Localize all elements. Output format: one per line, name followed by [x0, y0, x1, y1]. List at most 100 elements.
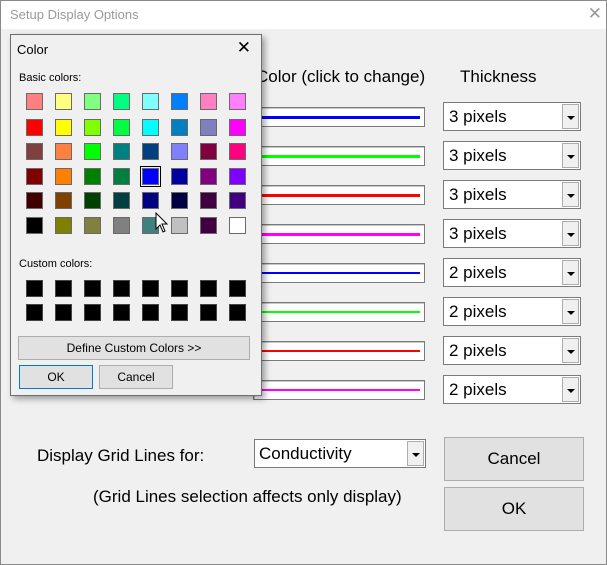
- thickness-select[interactable]: 3 pixels: [443, 141, 581, 170]
- custom-color-swatch[interactable]: [84, 280, 101, 297]
- thickness-select[interactable]: 3 pixels: [443, 102, 581, 131]
- custom-color-swatch[interactable]: [55, 280, 72, 297]
- basic-color-swatch[interactable]: [200, 168, 217, 185]
- basic-color-swatch[interactable]: [113, 217, 130, 234]
- line-color-box[interactable]: [253, 107, 425, 127]
- basic-color-swatch[interactable]: [142, 192, 159, 209]
- basic-color-swatch[interactable]: [142, 143, 159, 160]
- basic-color-swatch[interactable]: [171, 119, 188, 136]
- close-icon[interactable]: ✕: [588, 4, 602, 24]
- basic-color-swatch[interactable]: [113, 168, 130, 185]
- basic-color-swatch[interactable]: [200, 143, 217, 160]
- basic-color-swatch[interactable]: [26, 93, 43, 110]
- thickness-value: 2 pixels: [449, 341, 507, 360]
- basic-color-swatch[interactable]: [55, 93, 72, 110]
- ok-button[interactable]: OK: [444, 487, 584, 531]
- custom-color-swatch[interactable]: [113, 280, 130, 297]
- close-icon[interactable]: ✕: [237, 38, 251, 58]
- custom-color-swatch[interactable]: [26, 304, 43, 321]
- line-color-box[interactable]: [253, 146, 425, 166]
- basic-color-swatch[interactable]: [200, 93, 217, 110]
- basic-color-swatch[interactable]: [26, 168, 43, 185]
- basic-color-swatch[interactable]: [142, 93, 159, 110]
- line-color-box[interactable]: [253, 302, 425, 322]
- basic-color-swatch[interactable]: [113, 143, 130, 160]
- color-cancel-button[interactable]: Cancel: [99, 365, 173, 389]
- custom-color-swatch[interactable]: [55, 304, 72, 321]
- basic-color-swatch[interactable]: [171, 93, 188, 110]
- basic-color-swatch[interactable]: [140, 166, 161, 187]
- custom-color-swatch[interactable]: [229, 280, 246, 297]
- basic-color-swatch[interactable]: [55, 168, 72, 185]
- thickness-select[interactable]: 2 pixels: [443, 258, 581, 287]
- basic-color-swatch[interactable]: [84, 93, 101, 110]
- basic-color-swatch[interactable]: [26, 192, 43, 209]
- chevron-down-icon[interactable]: [562, 338, 579, 363]
- basic-color-swatch[interactable]: [84, 192, 101, 209]
- chevron-down-icon[interactable]: [562, 221, 579, 246]
- chevron-down-icon[interactable]: [407, 441, 424, 466]
- custom-color-swatch[interactable]: [113, 304, 130, 321]
- basic-color-swatch[interactable]: [113, 93, 130, 110]
- basic-color-swatch[interactable]: [113, 119, 130, 136]
- basic-color-swatch[interactable]: [171, 217, 188, 234]
- basic-color-swatch[interactable]: [84, 168, 101, 185]
- basic-color-swatch[interactable]: [55, 217, 72, 234]
- custom-color-swatch[interactable]: [142, 304, 159, 321]
- basic-color-swatch[interactable]: [55, 192, 72, 209]
- basic-color-swatch[interactable]: [200, 119, 217, 136]
- thickness-select[interactable]: 3 pixels: [443, 219, 581, 248]
- basic-color-swatch[interactable]: [171, 143, 188, 160]
- chevron-down-icon[interactable]: [562, 182, 579, 207]
- basic-color-swatch[interactable]: [113, 192, 130, 209]
- cancel-button[interactable]: Cancel: [444, 437, 584, 481]
- chevron-down-icon[interactable]: [562, 260, 579, 285]
- basic-color-swatch[interactable]: [171, 168, 188, 185]
- line-color-box[interactable]: [253, 380, 425, 400]
- basic-color-swatch[interactable]: [26, 119, 43, 136]
- custom-color-swatch[interactable]: [142, 280, 159, 297]
- color-ok-button[interactable]: OK: [19, 365, 93, 389]
- basic-color-swatch[interactable]: [26, 217, 43, 234]
- custom-color-swatch[interactable]: [84, 304, 101, 321]
- basic-color-swatch[interactable]: [200, 192, 217, 209]
- thickness-select[interactable]: 2 pixels: [443, 336, 581, 365]
- basic-color-swatch[interactable]: [229, 192, 246, 209]
- basic-color-swatch[interactable]: [84, 119, 101, 136]
- line-color-box[interactable]: [253, 185, 425, 205]
- basic-color-swatch[interactable]: [229, 119, 246, 136]
- basic-color-swatch[interactable]: [200, 217, 217, 234]
- thickness-select[interactable]: 3 pixels: [443, 180, 581, 209]
- thickness-select[interactable]: 2 pixels: [443, 297, 581, 326]
- line-color-box[interactable]: [253, 341, 425, 361]
- basic-color-swatch[interactable]: [55, 143, 72, 160]
- custom-color-swatch[interactable]: [200, 304, 217, 321]
- line-color-box[interactable]: [253, 263, 425, 283]
- custom-color-swatch[interactable]: [200, 280, 217, 297]
- custom-color-swatch[interactable]: [26, 280, 43, 297]
- line-color-sample: [258, 233, 420, 236]
- basic-color-swatch[interactable]: [142, 119, 159, 136]
- basic-color-swatch[interactable]: [84, 217, 101, 234]
- line-color-sample: [258, 350, 420, 352]
- grid-lines-select[interactable]: Conductivity: [254, 439, 426, 468]
- basic-color-swatch[interactable]: [229, 143, 246, 160]
- custom-color-swatch[interactable]: [229, 304, 246, 321]
- define-custom-colors-button[interactable]: Define Custom Colors >>: [18, 336, 250, 360]
- custom-color-swatch[interactable]: [171, 304, 188, 321]
- chevron-down-icon[interactable]: [562, 104, 579, 129]
- basic-color-swatch[interactable]: [171, 192, 188, 209]
- basic-color-swatch[interactable]: [84, 143, 101, 160]
- basic-color-swatch[interactable]: [26, 143, 43, 160]
- title-bar: Setup Display Options ✕: [1, 1, 606, 29]
- chevron-down-icon[interactable]: [562, 143, 579, 168]
- basic-color-swatch[interactable]: [229, 217, 246, 234]
- chevron-down-icon[interactable]: [562, 377, 579, 402]
- basic-color-swatch[interactable]: [229, 168, 246, 185]
- basic-color-swatch[interactable]: [55, 119, 72, 136]
- thickness-select[interactable]: 2 pixels: [443, 375, 581, 404]
- line-color-box[interactable]: [253, 224, 425, 244]
- custom-color-swatch[interactable]: [171, 280, 188, 297]
- chevron-down-icon[interactable]: [562, 299, 579, 324]
- basic-color-swatch[interactable]: [229, 93, 246, 110]
